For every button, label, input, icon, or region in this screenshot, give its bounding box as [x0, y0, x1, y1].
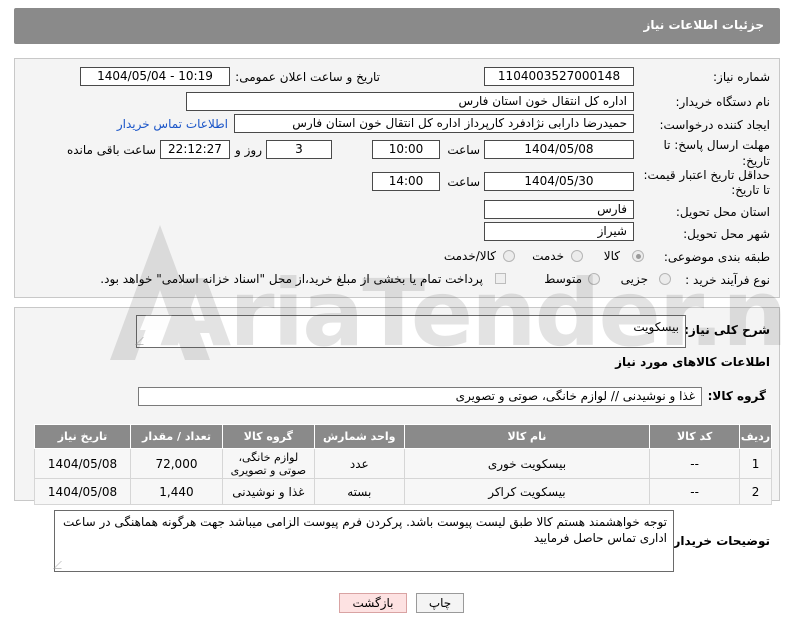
cell-date: 1404/05/08	[33, 478, 132, 505]
resize-grip-icon[interactable]	[53, 561, 69, 569]
col-group: گروه کالا	[221, 424, 315, 449]
back-button[interactable]: بازگشت	[339, 593, 407, 613]
table-row: 1 -- بیسکویت خوری عدد لوازم خانگی، صوتی …	[33, 448, 772, 479]
process-option-minor: جزیی	[620, 272, 648, 286]
buyer-org-field: اداره کل انتقال خون استان فارس	[186, 92, 634, 111]
description-label: شرح کلی نیاز:	[684, 323, 770, 337]
treasury-payment-note: پرداخت تمام یا بخشی از مبلغ خرید،از محل …	[100, 272, 483, 286]
deadline-label: مهلت ارسال پاسخ: تا	[663, 138, 770, 152]
province-label: استان محل تحویل:	[675, 205, 770, 219]
cell-code: --	[649, 478, 741, 505]
days-field: 3	[266, 140, 332, 159]
treasury-payment-checkbox[interactable]	[495, 273, 506, 284]
category-radio-service[interactable]	[571, 250, 583, 262]
deadline-label-2: تاریخ:	[742, 154, 770, 168]
buyer-notes-label: توضیحات خریدار:	[668, 534, 770, 548]
process-radio-medium[interactable]	[588, 273, 600, 285]
validity-time-label: ساعت	[447, 175, 480, 189]
description-field: بیسکویت	[135, 315, 686, 348]
deadline-time-field: 10:00	[372, 140, 440, 159]
category-label: طبقه بندی موضوعی:	[663, 250, 770, 264]
category-radio-goods[interactable]	[632, 250, 644, 262]
col-row: ردیف	[739, 424, 772, 449]
days-label: روز و	[235, 143, 262, 157]
deadline-time-label: ساعت	[447, 143, 480, 157]
announce-field: 1404/05/04 - 10:19	[80, 67, 230, 86]
col-name: نام کالا	[403, 424, 651, 449]
page-header: جزئیات اطلاعات نیاز	[14, 8, 780, 44]
goods-group-label: گروه کالا:	[707, 389, 766, 403]
creator-field: حمیدرضا دارابی نژادفرد کارپرداز اداره کل…	[234, 114, 634, 133]
process-label: نوع فرآیند خرید :	[685, 273, 770, 287]
description-text: بیسکویت	[633, 320, 679, 334]
validity-time-field: 14:00	[372, 172, 440, 191]
buyer-notes-text: توجه خواهشمند هستم کالا طبق لیست پیوست ب…	[63, 515, 667, 545]
cell-row: 2	[739, 478, 772, 505]
resize-grip-icon[interactable]	[135, 337, 151, 345]
buyer-notes-field: توجه خواهشمند هستم کالا طبق لیست پیوست ب…	[53, 510, 674, 572]
table-header-row: ردیف کد کالا نام کالا واحد شمارش گروه کا…	[33, 424, 772, 449]
min-validity-label-2: تا تاریخ:	[731, 183, 770, 197]
city-label: شهر محل تحویل:	[683, 227, 770, 241]
process-option-medium: متوسط	[544, 272, 582, 286]
col-code: کد کالا	[649, 424, 741, 449]
buyer-org-label: نام دستگاه خریدار:	[675, 95, 771, 109]
category-option-goods-service: کالا/خدمت	[443, 249, 496, 263]
cell-row: 1	[739, 448, 772, 479]
cell-unit: عدد	[313, 448, 405, 479]
category-option-goods: کالا	[603, 249, 620, 263]
category-option-service: خدمت	[532, 249, 564, 263]
cell-unit: بسته	[313, 478, 405, 505]
cell-name: بیسکویت خوری	[403, 448, 651, 479]
validity-date-field: 1404/05/30	[484, 172, 634, 191]
city-field: شیراز	[484, 222, 634, 241]
remaining-label: ساعت باقی مانده	[66, 143, 156, 157]
cell-quantity: 72,000	[130, 448, 223, 479]
announce-label: تاریخ و ساعت اعلان عمومی:	[235, 70, 380, 84]
goods-table: ردیف کد کالا نام کالا واحد شمارش گروه کا…	[33, 424, 772, 505]
creator-label: ایجاد کننده درخواست:	[659, 118, 770, 132]
goods-section-title: اطلاعات کالاهای مورد نیاز	[615, 355, 770, 369]
deadline-date-field: 1404/05/08	[484, 140, 634, 159]
cell-quantity: 1,440	[130, 478, 223, 505]
print-button[interactable]: چاپ	[416, 593, 464, 613]
cell-group: لوازم خانگی، صوتی و تصویری	[221, 448, 315, 479]
page-title: جزئیات اطلاعات نیاز	[643, 18, 764, 32]
col-quantity: تعداد / مقدار	[130, 424, 223, 449]
col-unit: واحد شمارش	[313, 424, 405, 449]
need-number-field: 1104003527000148	[484, 67, 634, 86]
min-validity-label: حداقل تاریخ اعتبار قیمت:	[643, 168, 770, 182]
remaining-time-field: 22:12:27	[160, 140, 230, 159]
cell-group: غذا و نوشیدنی	[221, 478, 315, 505]
cell-date: 1404/05/08	[33, 448, 132, 479]
need-number-label: شماره نیاز:	[713, 70, 770, 84]
goods-group-field: غذا و نوشیدنی // لوازم خانگی، صوتی و تصو…	[138, 387, 702, 406]
cell-code: --	[649, 448, 741, 479]
table-row: 2 -- بیسکویت کراکر بسته غذا و نوشیدنی 1,…	[33, 478, 772, 505]
buyer-contact-link[interactable]: اطلاعات تماس خریدار	[117, 117, 228, 131]
col-date: تاریخ نیاز	[33, 424, 132, 449]
process-radio-minor[interactable]	[659, 273, 671, 285]
category-radio-goods-service[interactable]	[503, 250, 515, 262]
province-field: فارس	[484, 200, 634, 219]
cell-name: بیسکویت کراکر	[403, 478, 651, 505]
